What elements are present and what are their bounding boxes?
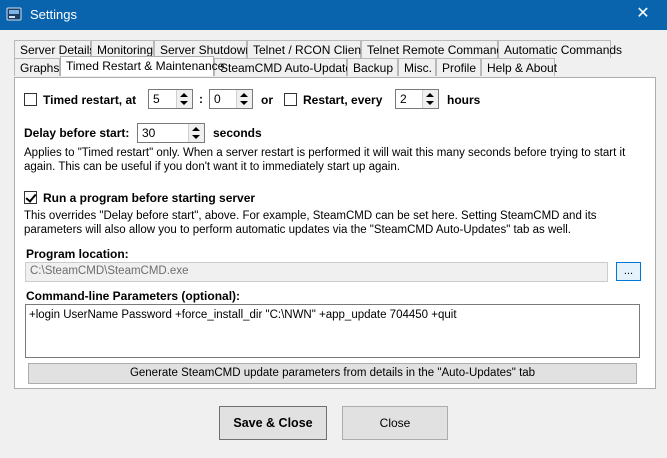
tab-backup[interactable]: Backup bbox=[347, 58, 398, 76]
window-title: Settings bbox=[30, 7, 77, 22]
tab-graphs[interactable]: Graphs bbox=[14, 58, 60, 76]
hours-label: hours bbox=[447, 93, 481, 107]
restart-every-value[interactable]: 2 bbox=[400, 92, 407, 106]
browse-button[interactable]: ... bbox=[616, 262, 641, 281]
timed-restart-at-checkbox[interactable] bbox=[24, 93, 37, 106]
run-program-label: Run a program before starting server bbox=[43, 191, 256, 205]
title-bar: Settings ✕ bbox=[0, 0, 667, 30]
app-icon bbox=[6, 7, 22, 21]
restart-minute-value[interactable]: 0 bbox=[214, 92, 221, 106]
tab-panel-timed-restart: Timed restart, at 5 : 0 or Restart, ever… bbox=[14, 77, 656, 389]
timed-restart-at-label: Timed restart, at bbox=[43, 93, 137, 107]
program-location-label: Program location: bbox=[26, 247, 129, 261]
run-program-description: This overrides "Delay before start", abo… bbox=[24, 210, 597, 236]
restart-every-checkbox[interactable] bbox=[284, 93, 297, 106]
tab-profile[interactable]: Profile bbox=[436, 58, 481, 76]
close-window-icon[interactable]: ✕ bbox=[633, 4, 653, 24]
delay-spinner-arrows[interactable] bbox=[188, 124, 204, 142]
every-spinner-arrows[interactable] bbox=[422, 90, 438, 108]
restart-every-spinner[interactable]: 2 bbox=[395, 89, 439, 109]
tab-automatic-commands[interactable]: Automatic Commands bbox=[498, 40, 622, 58]
restart-hour-value[interactable]: 5 bbox=[153, 92, 160, 106]
delay-value[interactable]: 30 bbox=[142, 126, 155, 140]
seconds-label: seconds bbox=[213, 126, 262, 140]
close-button[interactable]: Close bbox=[342, 406, 448, 440]
tab-telnet-remote-commands[interactable]: Telnet Remote Commands bbox=[361, 40, 509, 58]
delay-spinner[interactable]: 30 bbox=[137, 123, 205, 143]
tab-telnet-rcon-client[interactable]: Telnet / RCON Client bbox=[247, 40, 364, 58]
cmdline-textarea[interactable]: +login UserName Password +force_install_… bbox=[25, 304, 640, 358]
delay-label: Delay before start: bbox=[24, 126, 130, 140]
time-separator: : bbox=[199, 92, 203, 106]
restart-minute-spinner[interactable]: 0 bbox=[209, 89, 253, 109]
restart-hour-spinner[interactable]: 5 bbox=[148, 89, 193, 109]
program-location-input[interactable]: C:\SteamCMD\SteamCMD.exe bbox=[25, 262, 608, 282]
minute-spinner-arrows[interactable] bbox=[236, 90, 252, 108]
cmdline-label: Command-line Parameters (optional): bbox=[26, 289, 241, 303]
hour-spinner-arrows[interactable] bbox=[176, 90, 192, 108]
tab-help-about[interactable]: Help & About bbox=[481, 58, 557, 76]
generate-parameters-button[interactable]: Generate SteamCMD update parameters from… bbox=[28, 363, 637, 384]
tab-timed-restart[interactable]: Timed Restart & Maintenance bbox=[60, 56, 224, 76]
tab-steamcmd-auto-updates[interactable]: SteamCMD Auto-Updates bbox=[214, 58, 358, 76]
restart-every-label: Restart, every bbox=[303, 93, 383, 107]
run-program-checkbox[interactable] bbox=[24, 191, 37, 204]
or-label: or bbox=[261, 93, 273, 107]
tab-misc[interactable]: Misc. bbox=[398, 58, 436, 76]
delay-description: Applies to "Timed restart" only. When a … bbox=[24, 147, 626, 173]
save-close-button[interactable]: Save & Close bbox=[219, 406, 327, 440]
